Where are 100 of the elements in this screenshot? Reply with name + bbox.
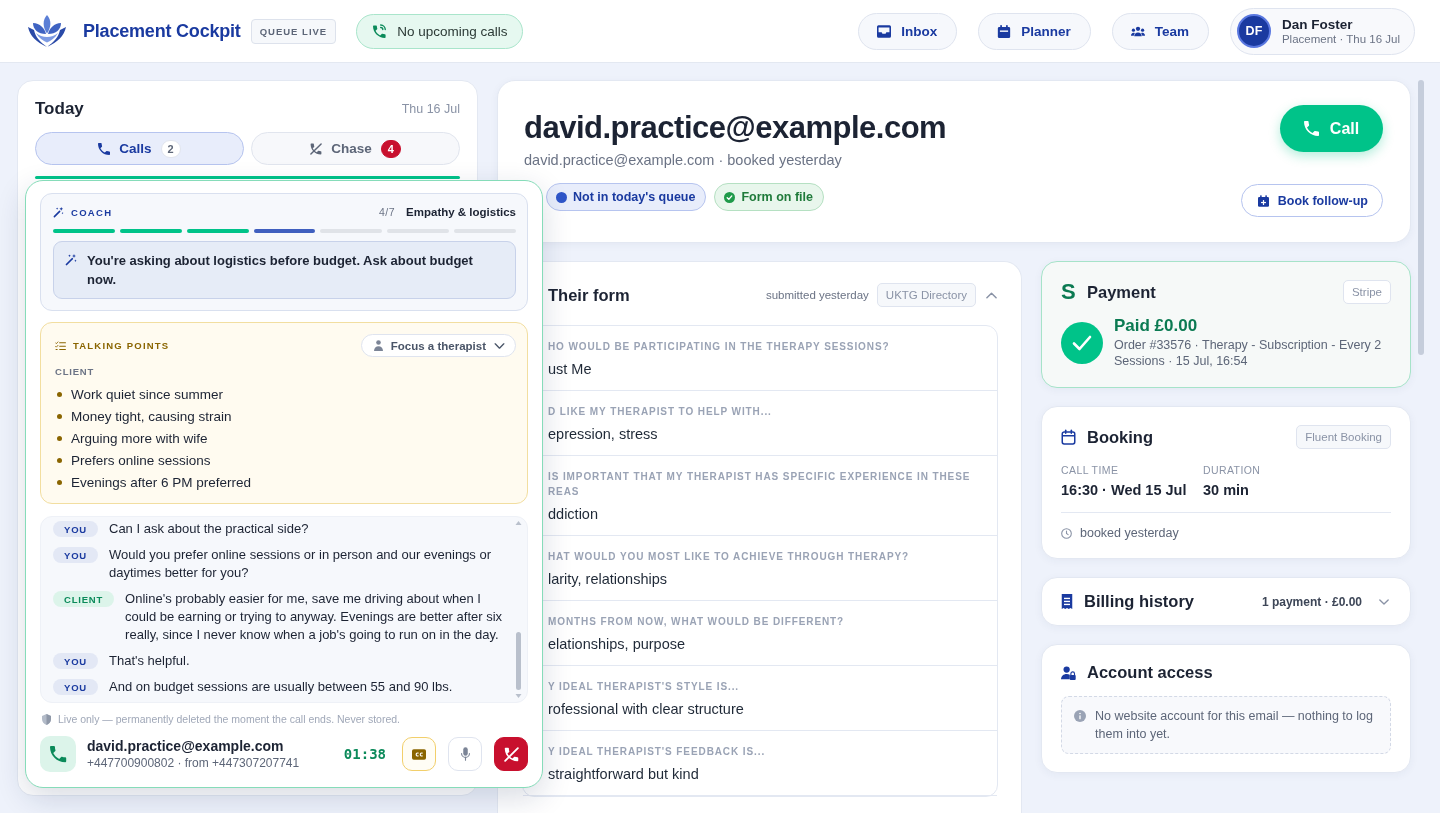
transcript-line: And on budget sessions are usually between 55 and 90 lbs. — [109, 678, 453, 696]
dot-icon — [556, 191, 567, 203]
speaker-badge: CLIENT — [53, 591, 115, 607]
card-title: Today — [35, 99, 84, 119]
billing-summary: 1 payment · £0.00 — [1261, 594, 1362, 609]
billing-history-card[interactable]: Billing history 1 payment · £0.00 — [1041, 577, 1411, 626]
field-label: IS IMPORTANT THAT MY THERAPIST HAS SPECIFIC EXPERIENCE IN THESE REAS — [548, 470, 972, 499]
date-text: Thu 16 Jul — [401, 102, 460, 116]
count-badge: 4 — [380, 139, 401, 158]
focus-dropdown[interactable]: Focus a therapist — [360, 334, 516, 357]
hang-up-button[interactable] — [494, 737, 528, 771]
card-title: Payment — [1087, 282, 1156, 302]
clock-icon — [1061, 527, 1072, 539]
submitted-text: submitted yesterday — [765, 289, 869, 301]
caller-numbers: +447700900802 · from +447307207741 — [87, 756, 300, 770]
magic-wand-icon — [65, 254, 77, 266]
field-value: ust Me — [548, 360, 593, 379]
fact-label: CALL TIME — [1061, 464, 1120, 476]
user-role: Placement · Thu 16 Jul — [1281, 33, 1400, 45]
talking-point: Prefers online sessions — [71, 452, 211, 468]
call-timer: 01:38 — [343, 746, 386, 762]
receipt-icon — [1061, 594, 1073, 609]
microphone-button[interactable] — [448, 737, 482, 771]
card-title: Billing history — [1084, 592, 1194, 611]
field-label: Y IDEAL THERAPIST'S FEEDBACK IS... — [548, 745, 767, 759]
book-follow-up-button[interactable]: Book follow-up — [1240, 184, 1383, 217]
nav-button[interactable]: Inbox — [858, 12, 958, 50]
bullet-dot-icon — [57, 413, 62, 419]
tab[interactable]: Calls 2 — [35, 132, 244, 165]
field-label: D LIKE MY THERAPIST TO HELP WITH... — [548, 405, 773, 419]
count-badge: 2 — [160, 139, 181, 158]
field-value: epression, stress — [548, 425, 659, 444]
person-icon — [373, 340, 383, 351]
shield-icon — [42, 713, 51, 725]
upcoming-calls-text: No upcoming calls — [397, 23, 508, 39]
field-value: larity, relationships — [548, 570, 668, 589]
check-circle-icon — [724, 191, 736, 203]
payment-details: Order #33576 · Therapy - Subscription - Every 2 Sessions · 15 Jul, 16:54 — [1114, 337, 1383, 369]
queue-status-badge: QUEUE LIVE — [250, 18, 337, 44]
lotus-logo-icon — [27, 14, 67, 48]
speaker-badge: YOU — [53, 653, 98, 669]
field-label: Y IDEAL THERAPIST'S STYLE IS... — [548, 680, 741, 694]
microphone-icon — [460, 747, 470, 761]
privacy-note: Live only — permanently deleted the moment the call ends. Never stored. — [58, 713, 400, 725]
inbox-icon — [877, 24, 892, 38]
phone-slash-icon — [310, 142, 323, 155]
payment-logo: S — [1061, 281, 1076, 303]
field-label: MONTHS FROM NOW, WHAT WOULD BE DIFFERENT? — [548, 615, 846, 629]
field-label: HO WOULD BE PARTICIPATING IN THE THERAPY SESSIONS? — [548, 340, 891, 354]
calendar-icon — [1061, 429, 1076, 445]
info-icon — [1074, 710, 1086, 722]
speaker-badge: YOU — [53, 521, 98, 537]
bullet-dot-icon — [57, 391, 62, 397]
coach-label: COACH — [71, 206, 113, 218]
transcript-line: Can I ask about the practical side? — [109, 520, 309, 538]
transcript-line: Online's probably easier for me, save me driving about when I could be earning or trying to anyway. Evenings are better after six really, since I never know when a job's going to run on in the day. — [125, 590, 504, 644]
tip-text: You're asking about logistics before budget. Ask about budget now. — [87, 252, 474, 289]
step-counter: 4/7 — [378, 206, 396, 218]
fact-label: DURATION — [1203, 464, 1262, 476]
card-title: Booking — [1087, 427, 1153, 447]
booked-note: booked yesterday — [1080, 526, 1179, 540]
phone-slash-icon — [503, 746, 519, 762]
check-circle-icon — [1061, 321, 1103, 364]
checklist-icon — [55, 340, 66, 351]
bullet-dot-icon — [57, 435, 62, 441]
field-value: elationships, purpose — [548, 635, 687, 654]
tab[interactable]: Chase 4 — [251, 132, 460, 165]
payment-status: Paid £0.00 — [1114, 316, 1199, 336]
stage-name: Empathy & logistics — [406, 206, 516, 218]
status-chip: Form on file — [714, 183, 824, 211]
phone-icon — [98, 142, 111, 155]
speaker-badge: YOU — [53, 679, 98, 695]
user-name: Dan Foster — [1281, 17, 1354, 32]
nav-button[interactable]: Team — [1111, 12, 1209, 50]
scrollbar[interactable] — [515, 520, 522, 699]
talking-point: Work quiet since summer — [71, 386, 224, 402]
field-label: HAT WOULD YOU MOST LIKE TO ACHIEVE THROUGH THERAPY? — [548, 550, 911, 564]
magic-wand-icon — [53, 206, 64, 218]
contact-subtitle: david.practice@example.com · booked yesterday — [524, 152, 843, 168]
fact-value: 30 min — [1203, 482, 1250, 498]
phone-icon — [1303, 121, 1319, 136]
page-scrollbar[interactable] — [1418, 80, 1424, 355]
talking-point: Arguing more with wife — [71, 430, 208, 446]
fact-value: 16:30 · Wed 15 Jul — [1061, 482, 1188, 498]
calendar-plus-icon — [1257, 194, 1269, 207]
captions-button[interactable] — [402, 737, 436, 771]
phone-ringing-icon — [373, 24, 388, 38]
nav-button[interactable]: Planner — [978, 12, 1091, 50]
captions-icon — [412, 748, 426, 760]
card-title: Account access — [1087, 663, 1213, 682]
group-label: CLIENT — [55, 366, 96, 377]
phone-icon — [40, 736, 76, 772]
user-menu[interactable]: DF Dan Foster Placement · Thu 16 Jul — [1229, 7, 1415, 55]
talking-points-label: TALKING POINTS — [73, 340, 170, 351]
notice-text: No website account for this email — nothing to log them into yet. — [1095, 708, 1374, 743]
status-chip: Not in today's queue — [546, 183, 707, 211]
avatar: DF — [1236, 14, 1271, 48]
caller-name: david.practice@example.com — [87, 738, 285, 754]
app-name: Placement Cockpit — [83, 20, 241, 42]
team-icon — [1130, 24, 1145, 38]
